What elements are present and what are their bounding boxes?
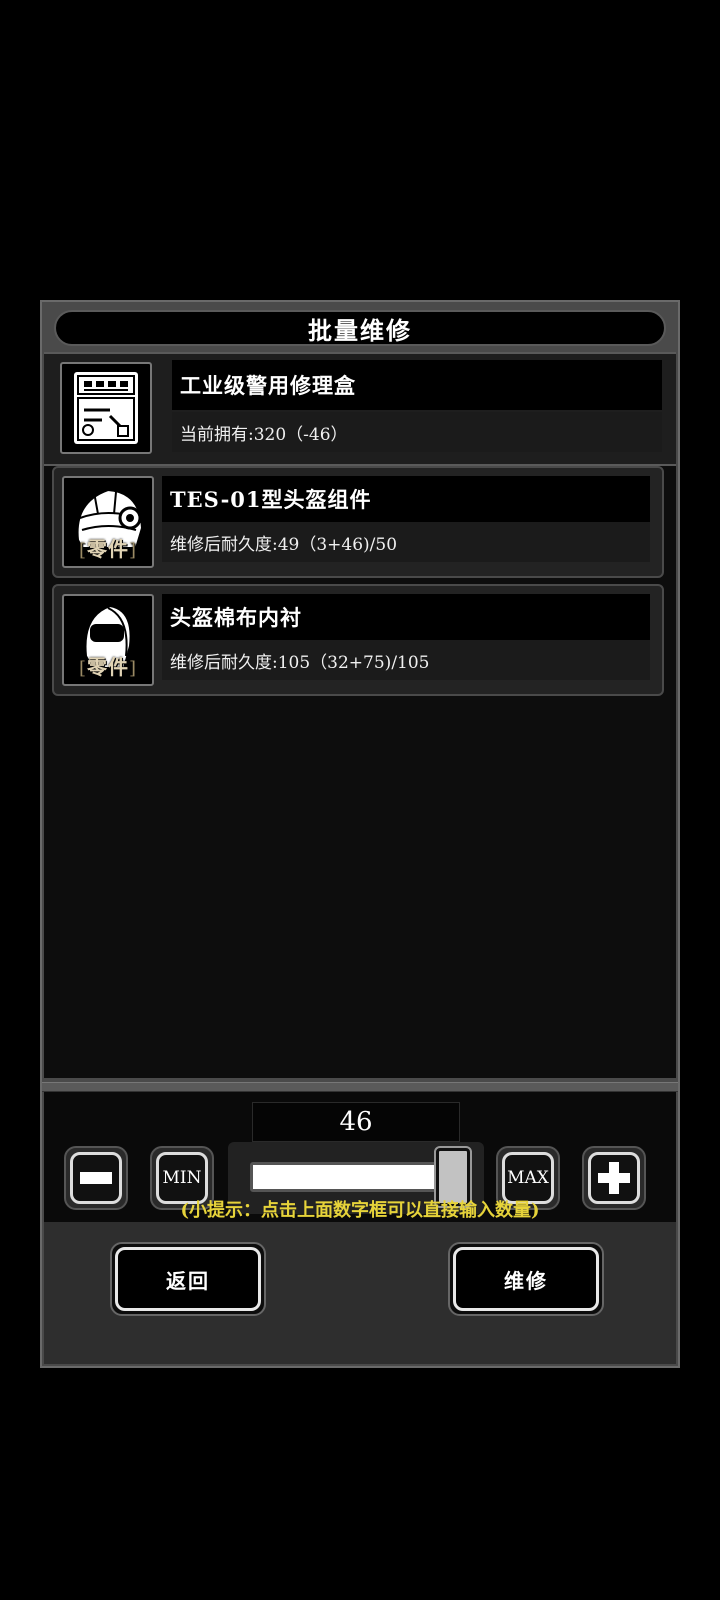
part-name: 头盔棉布内衬 [162, 594, 650, 640]
hint-text: (小提示：点击上面数字框可以直接输入数量) [180, 1200, 540, 1221]
repair-button[interactable]: 维修 [448, 1242, 604, 1316]
repair-label: 维修 [453, 1247, 599, 1311]
repair-kit-icon [60, 362, 152, 454]
part-row-helmet-component[interactable]: [零件] TES-01型头盔组件 维修后耐久度:49（3+46)/50 [52, 466, 664, 578]
parts-list: [零件] TES-01型头盔组件 维修后耐久度:49（3+46)/50 [零件]… [44, 466, 676, 1078]
part-durability: 维修后耐久度:105（32+75)/105 [162, 640, 650, 680]
dialog-title: 批量维修 [54, 310, 666, 346]
part-durability: 维修后耐久度:49（3+46)/50 [162, 522, 650, 562]
quantity-input[interactable]: 46 [252, 1102, 460, 1142]
back-button[interactable]: 返回 [110, 1242, 266, 1316]
part-tag: [零件] [78, 655, 138, 679]
section-divider [42, 1082, 678, 1092]
batch-repair-dialog: 批量维修 工业级警用修理盒 当前拥有:320（-46） [零件] TES-01型… [40, 300, 680, 1368]
slider-track [250, 1162, 450, 1192]
repair-kit-owned: 当前拥有:320（-46） [172, 412, 662, 452]
back-label: 返回 [115, 1247, 261, 1311]
helmet-component-icon: [零件] [62, 476, 154, 568]
repair-kit-row: 工业级警用修理盒 当前拥有:320（-46） [44, 352, 676, 466]
helmet-liner-icon: [零件] [62, 594, 154, 686]
repair-kit-name: 工业级警用修理盒 [172, 360, 662, 410]
part-tag: [零件] [78, 537, 138, 561]
part-row-helmet-liner[interactable]: [零件] 头盔棉布内衬 维修后耐久度:105（32+75)/105 [52, 584, 664, 696]
action-bar: 返回 维修 [44, 1222, 676, 1364]
part-name: TES-01型头盔组件 [162, 476, 650, 522]
quantity-controls: 46 MIN MAX (小提示：点击上面数字框可以直接输入数量) [44, 1092, 676, 1222]
